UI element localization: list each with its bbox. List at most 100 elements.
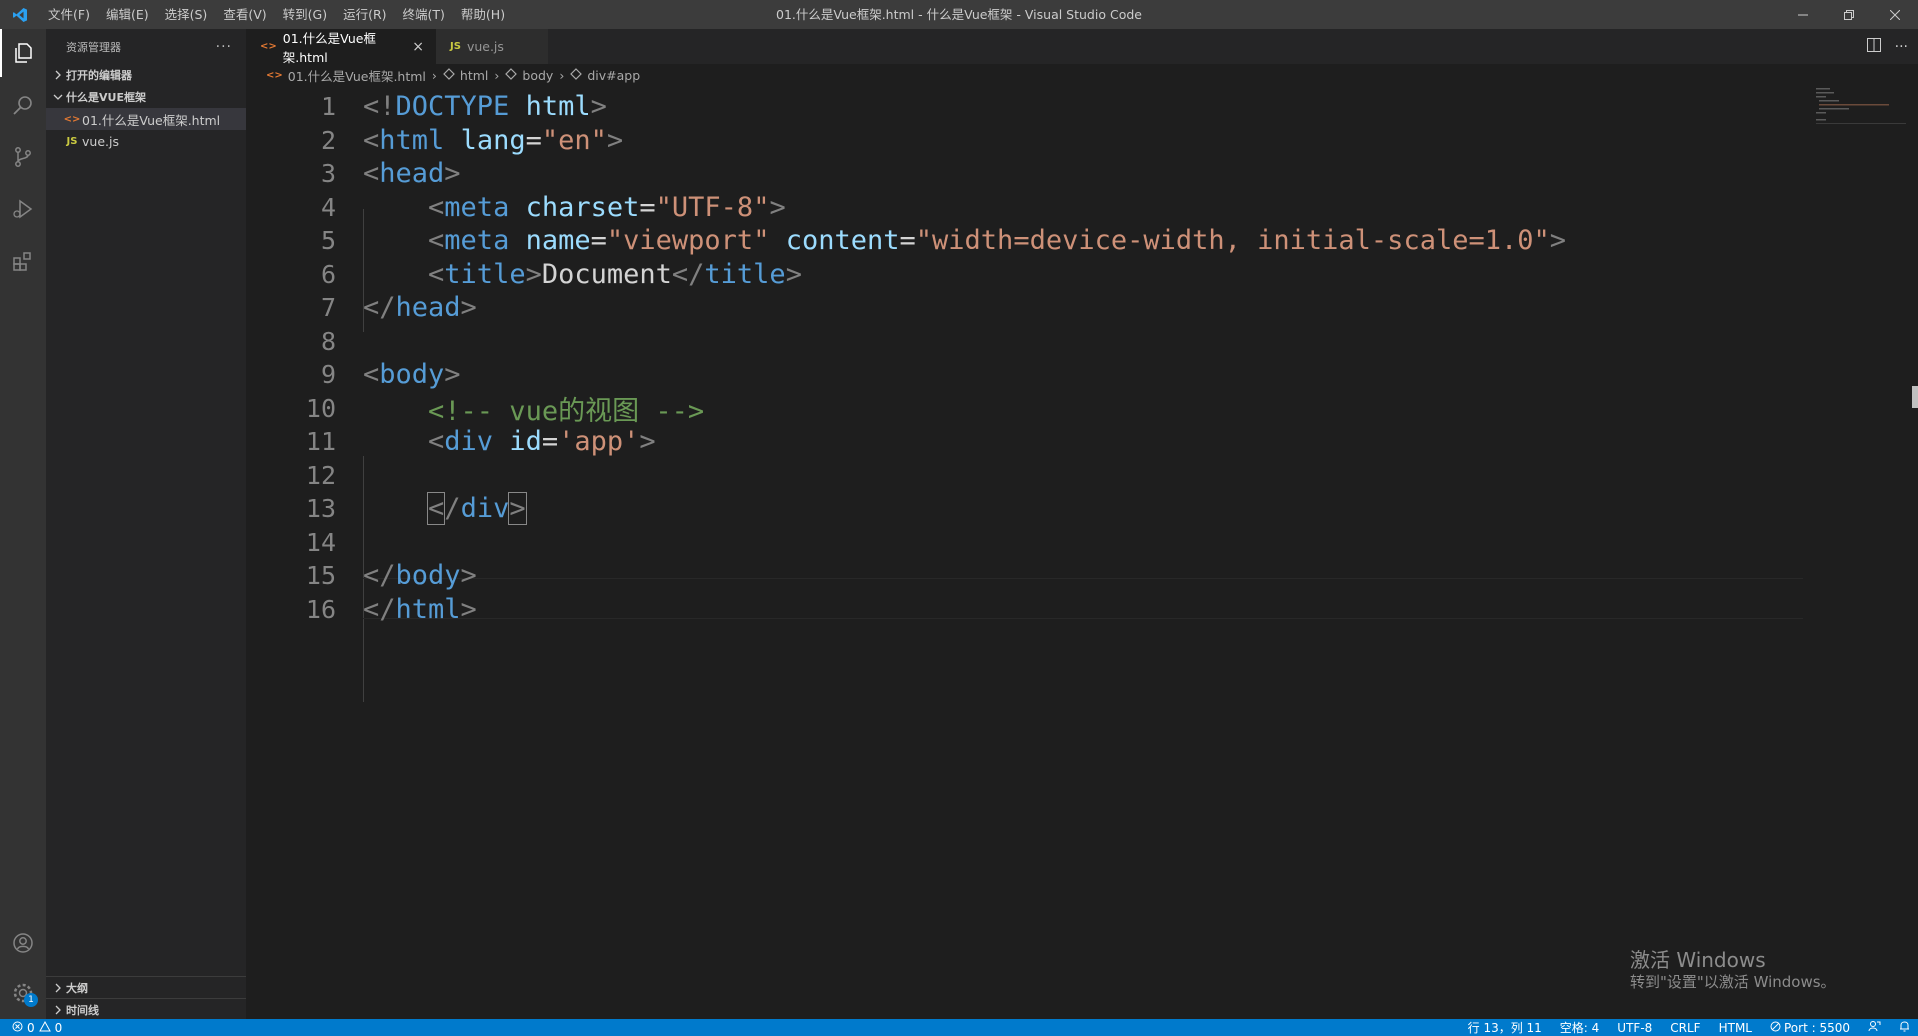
indentation[interactable]: 空格: 4 <box>1560 1019 1600 1036</box>
close-icon[interactable] <box>1872 0 1918 29</box>
search-icon[interactable] <box>0 81 46 129</box>
code-token: html <box>395 593 461 625</box>
menu-item[interactable]: 编辑(E) <box>98 0 157 29</box>
file-name: vue.js <box>82 133 119 149</box>
cursor-position[interactable]: 行 13，列 11 <box>1468 1019 1542 1036</box>
code-token: </ <box>671 258 705 290</box>
menu-item[interactable]: 运行(R) <box>335 0 394 29</box>
problems-indicator[interactable]: 0 0 <box>0 1020 62 1035</box>
code-token: > <box>590 91 607 122</box>
code-token: "UTF-8" <box>655 191 770 223</box>
code-token: > <box>639 426 656 457</box>
settings-gear-icon[interactable]: 1 <box>0 969 46 1017</box>
explorer-title: 资源管理器 <box>66 40 121 54</box>
encoding[interactable]: UTF-8 <box>1617 1021 1652 1035</box>
language-mode[interactable]: HTML <box>1719 1021 1752 1035</box>
error-count: 0 <box>27 1020 35 1035</box>
more-actions-icon[interactable]: ··· <box>216 39 232 55</box>
menu-bar: 文件(F) 编辑(E) 选择(S) 查看(V) 转到(G) 运行(R) 终端(T) 帮助(H) <box>40 0 513 29</box>
line-number: 14 <box>305 527 336 557</box>
editor-tab-bar: <> 01.什么是Vue框架.html × JS vue.js ··· <box>246 29 1918 65</box>
menu-item[interactable]: 文件(F) <box>40 0 98 29</box>
code-token: > <box>444 158 461 189</box>
menu-item[interactable]: 查看(V) <box>215 0 274 29</box>
tab-vue-js[interactable]: JS vue.js <box>436 29 548 64</box>
more-actions-icon[interactable]: ··· <box>1895 39 1908 55</box>
line-number: 1 <box>320 92 336 121</box>
file-item-js[interactable]: JS vue.js <box>46 130 246 152</box>
line-number: 13 <box>305 494 336 523</box>
live-server-port[interactable]: Port : 5500 <box>1770 1021 1850 1035</box>
code-token: charset <box>525 191 640 223</box>
explorer-icon[interactable] <box>0 29 46 77</box>
restore-icon[interactable] <box>1826 0 1872 29</box>
breadcrumb-label: div#app <box>587 67 641 83</box>
run-debug-icon[interactable] <box>0 185 46 233</box>
menu-item[interactable]: 终端(T) <box>395 0 453 29</box>
chevron-right-icon: › <box>494 67 500 83</box>
explorer-header: 资源管理器 ··· <box>46 29 246 64</box>
code-line[interactable]: 16 </html> <box>246 589 1806 630</box>
vscode-logo-icon <box>0 0 40 29</box>
minimap[interactable] <box>1816 86 1906 126</box>
folder-section[interactable]: 什么是VUE框架 <box>46 86 246 108</box>
code-text: <!DOCTYPE html> <box>363 91 607 122</box>
accounts-icon[interactable] <box>0 919 46 967</box>
breadcrumb-html[interactable]: html <box>443 68 488 83</box>
code-text: </html> <box>363 594 477 625</box>
notifications-bell-icon[interactable] <box>1899 1020 1910 1035</box>
extensions-icon[interactable] <box>0 237 46 285</box>
minimize-icon[interactable] <box>1780 0 1826 29</box>
code-editor[interactable]: 1 <!DOCTYPE html> 2 <html lang="en"> 3 <head>… <box>246 86 1918 1019</box>
file-name: 01.什么是Vue框架.html <box>82 112 221 128</box>
html-icon: <> <box>260 41 277 52</box>
breadcrumb-label: body <box>522 67 554 83</box>
feedback-icon[interactable] <box>1868 1020 1881 1035</box>
end-of-line[interactable]: CRLF <box>1670 1021 1700 1035</box>
code-token: > <box>444 359 461 390</box>
code-token: head <box>395 292 461 323</box>
error-icon <box>12 1021 23 1035</box>
menu-item[interactable]: 转到(G) <box>275 0 335 29</box>
activity-bar: 1 <box>0 29 46 1019</box>
menu-item[interactable]: 选择(S) <box>157 0 216 29</box>
element-icon <box>443 67 455 83</box>
code-token: name <box>525 225 591 256</box>
breadcrumb-body[interactable]: body <box>505 68 553 83</box>
chevron-right-icon <box>50 1005 66 1015</box>
breadcrumb: <> 01.什么是Vue框架.html › html › body › div#… <box>246 64 1918 86</box>
html-icon: <> <box>266 69 283 81</box>
split-editor-icon[interactable] <box>1866 37 1881 56</box>
source-control-icon[interactable] <box>0 133 46 181</box>
js-icon: JS <box>66 135 78 147</box>
code-token: html <box>525 91 591 122</box>
code-token: = <box>639 191 656 223</box>
menu-item[interactable]: 帮助(H) <box>453 0 513 29</box>
code-token: title <box>444 258 526 290</box>
tab-html-file[interactable]: <> 01.什么是Vue框架.html × <box>246 29 436 65</box>
code-token: > <box>460 292 477 323</box>
code-token: 'app' <box>558 426 640 457</box>
timeline-section[interactable]: 时间线 <box>46 998 246 1021</box>
outline-section[interactable]: 大纲 <box>46 976 246 999</box>
code-token: < <box>363 359 380 390</box>
code-token: "width=device-width, initial-scale=1.0" <box>915 225 1550 256</box>
open-editors-section[interactable]: 打开的编辑器 <box>46 64 246 86</box>
code-token: = <box>525 124 542 156</box>
code-text: <meta name="viewport" content="width=dev… <box>363 225 1566 256</box>
code-token: "viewport" <box>606 225 770 256</box>
code-token: "en" <box>541 124 607 156</box>
code-token: body <box>379 359 445 390</box>
breadcrumb-file[interactable]: <> 01.什么是Vue框架.html <box>266 66 426 85</box>
close-tab-icon[interactable]: × <box>412 39 424 55</box>
file-item-html[interactable]: <> 01.什么是Vue框架.html <box>46 108 246 130</box>
scrollbar-slider[interactable] <box>1912 386 1918 408</box>
breadcrumb-div[interactable]: div#app <box>570 68 640 83</box>
line-number: 8 <box>320 326 336 356</box>
